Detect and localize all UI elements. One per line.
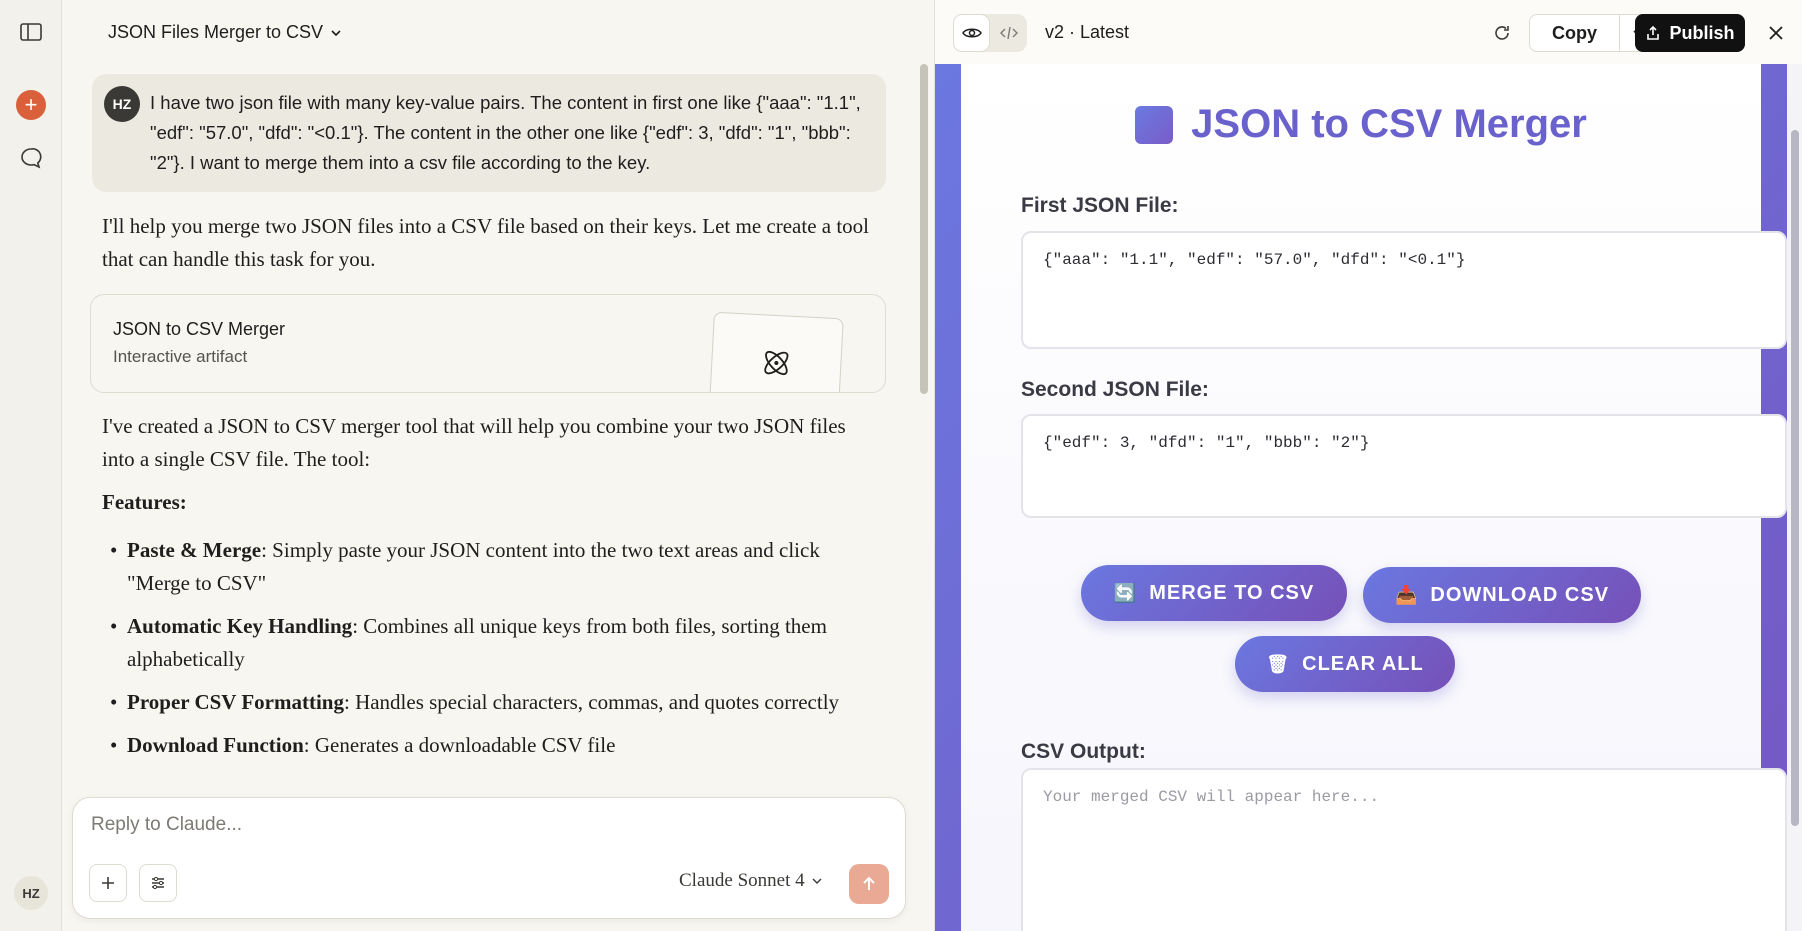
first-json-input[interactable]: {"aaa": "1.1", "edf": "57.0", "dfd": "<0… — [1021, 231, 1787, 349]
sidebar-toggle-button[interactable] — [15, 16, 47, 48]
clear-button[interactable]: 🗑 CLEAR ALL — [1235, 636, 1455, 692]
download-label: DOWNLOAD CSV — [1430, 583, 1610, 606]
feature-text: : Generates a downloadable CSV file — [303, 733, 616, 757]
artifact-card[interactable]: JSON to CSV Merger Interactive artifact — [90, 294, 886, 393]
csv-output-label: CSV Output: — [1021, 740, 1146, 763]
features-list: Paste & Merge: Simply paste your JSON co… — [102, 534, 872, 772]
eye-icon — [961, 28, 982, 38]
refresh-icon: 🔄 — [1113, 582, 1138, 603]
artifact-header: v2 · Latest Copy Publish — [935, 0, 1802, 64]
reply-box: Claude Sonnet 4 — [72, 797, 906, 919]
chat-scrollbar[interactable] — [920, 64, 928, 394]
model-selector[interactable]: Claude Sonnet 4 — [679, 870, 823, 892]
artifact-thumbnail — [708, 311, 844, 392]
chat-panel: JSON Files Merger to CSV I have two json… — [62, 0, 934, 931]
chevron-down-icon — [812, 878, 822, 884]
artifact-pane: v2 · Latest Copy Publish JSON to CSV Mer… — [934, 0, 1802, 931]
copy-button[interactable]: Copy — [1530, 15, 1620, 51]
left-rail: + HZ — [0, 0, 62, 931]
artifact-scrollbar[interactable] — [1787, 64, 1802, 931]
add-attachment-button[interactable] — [89, 864, 127, 902]
assistant-intro: I'll help you merge two JSON files into … — [102, 214, 870, 271]
list-item: Automatic Key Handling: Combines all uni… — [102, 610, 872, 676]
model-name: Claude Sonnet 4 — [679, 870, 805, 891]
second-json-input[interactable]: {"edf": 3, "dfd": "1", "bbb": "2"} — [1021, 414, 1787, 518]
arrow-up-icon — [863, 876, 875, 890]
scrollbar-thumb[interactable] — [1791, 130, 1799, 826]
app-title-text: JSON to CSV Merger — [1191, 102, 1587, 146]
user-message-avatar: HZ — [104, 86, 140, 122]
plus-icon — [102, 877, 114, 889]
list-item: Proper CSV Formatting: Handles special c… — [102, 686, 872, 719]
conversation-title-text: JSON Files Merger to CSV — [108, 22, 324, 42]
user-message-text: I have two json file with many key-value… — [150, 92, 861, 173]
app-title: JSON to CSV Merger — [961, 102, 1761, 147]
app-logo-icon — [1135, 105, 1174, 144]
preview-tab[interactable] — [953, 14, 990, 52]
download-button[interactable]: 📥 DOWNLOAD CSV — [1363, 567, 1641, 623]
merge-label: MERGE TO CSV — [1149, 581, 1315, 604]
code-icon — [999, 26, 1018, 40]
version-label[interactable]: v2 · Latest — [1045, 22, 1129, 43]
clear-label: CLEAR ALL — [1302, 652, 1424, 675]
merge-button[interactable]: 🔄 MERGE TO CSV — [1081, 565, 1347, 621]
close-button[interactable] — [1761, 18, 1791, 48]
feature-title: Download Function — [127, 733, 304, 757]
assistant-body: I've created a JSON to CSV merger tool t… — [102, 414, 846, 471]
share-icon — [1647, 25, 1660, 40]
feature-title: Proper CSV Formatting — [127, 690, 344, 714]
atom-icon — [764, 350, 789, 376]
conversation-title[interactable]: JSON Files Merger to CSV — [108, 22, 343, 43]
artifact-preview: JSON to CSV Merger First JSON File: {"aa… — [935, 64, 1802, 931]
trash-icon: 🗑 — [1266, 653, 1291, 674]
list-item: Paste & Merge: Simply paste your JSON co… — [102, 534, 872, 600]
second-json-label: Second JSON File: — [1021, 378, 1209, 401]
artifact-card-title: JSON to CSV Merger — [113, 319, 286, 339]
chats-button[interactable] — [15, 142, 47, 174]
tools-button[interactable] — [139, 864, 177, 902]
csv-output[interactable]: Your merged CSV will appear here... — [1021, 768, 1787, 931]
inbox-tray-icon: 📥 — [1394, 584, 1419, 605]
new-chat-button[interactable]: + — [16, 90, 46, 120]
publish-button[interactable]: Publish — [1635, 14, 1745, 52]
send-button[interactable] — [849, 864, 889, 904]
first-json-label: First JSON File: — [1021, 194, 1179, 217]
feature-title: Paste & Merge — [127, 538, 262, 562]
user-message: I have two json file with many key-value… — [92, 74, 886, 192]
close-icon — [1769, 26, 1783, 40]
chevron-down-icon — [331, 29, 341, 36]
app-container: JSON to CSV Merger First JSON File: {"aa… — [961, 64, 1787, 931]
reply-input[interactable] — [91, 814, 871, 836]
feature-text: : Handles special characters, commas, an… — [343, 690, 840, 714]
feature-title: Automatic Key Handling — [127, 614, 353, 638]
publish-label: Publish — [1669, 22, 1735, 43]
refresh-button[interactable] — [1487, 18, 1517, 48]
list-item: Download Function: Generates a downloada… — [102, 729, 872, 762]
user-avatar[interactable]: HZ — [14, 876, 48, 910]
refresh-icon — [1495, 26, 1509, 40]
sliders-icon — [152, 876, 164, 890]
code-tab[interactable] — [990, 14, 1027, 52]
features-heading: Features: — [102, 490, 187, 514]
artifact-card-subtitle: Interactive artifact — [113, 347, 248, 366]
chat-bubble-icon — [21, 148, 42, 169]
sidebar-icon — [20, 23, 42, 41]
plus-icon: + — [24, 92, 38, 117]
view-toggle[interactable] — [953, 14, 1027, 52]
